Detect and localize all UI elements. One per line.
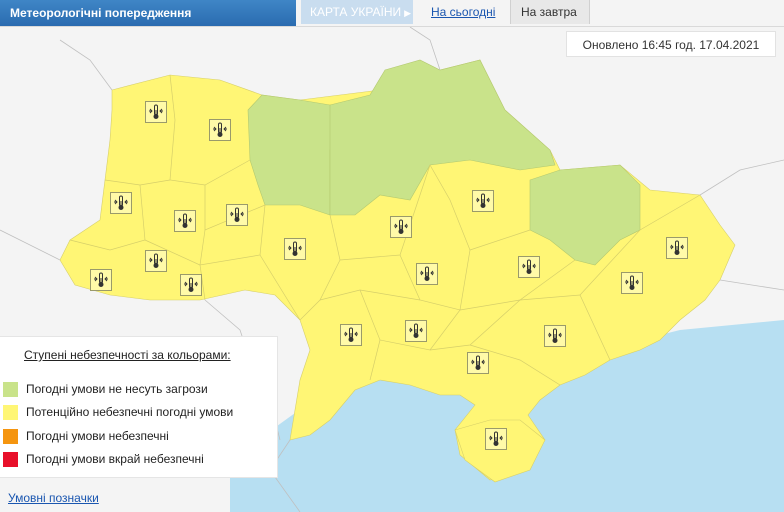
thermometer-frost-icon[interactable] — [284, 238, 306, 260]
thermometer-frost-icon[interactable] — [472, 190, 494, 212]
thermometer-frost-icon[interactable] — [467, 352, 489, 374]
triangle-right-icon: ▶ — [404, 8, 412, 18]
legend-label-dangerous: Погодні умови небезпечні — [26, 429, 169, 443]
thermometer-frost-icon[interactable] — [416, 263, 438, 285]
page-title: Метеорологічні попередження — [0, 0, 296, 26]
thermometer-frost-icon[interactable] — [90, 269, 112, 291]
legend-swatch-orange — [3, 429, 18, 444]
thermometer-frost-icon[interactable] — [174, 210, 196, 232]
legend-label-no-threat: Погодні умови не несуть загрози — [26, 382, 208, 396]
tab-today[interactable]: На сьогодні — [423, 0, 503, 24]
tab-tomorrow[interactable]: На завтра — [510, 0, 590, 24]
thermometer-frost-icon[interactable] — [110, 192, 132, 214]
legend-label-potentially-dangerous: Потенційно небезпечні погодні умови — [26, 405, 234, 419]
tab-map-label: КАРТА УКРАЇНИ — [310, 5, 402, 19]
thermometer-frost-icon[interactable] — [226, 204, 248, 226]
legend-swatch-yellow — [3, 405, 18, 420]
legend-label-extremely-dangerous: Погодні умови вкрай небезпечні — [26, 452, 204, 466]
top-bar: Метеорологічні попередження КАРТА УКРАЇН… — [0, 0, 784, 27]
legend-swatch-green — [3, 382, 18, 397]
thermometer-frost-icon[interactable] — [485, 428, 507, 450]
thermometer-frost-icon[interactable] — [209, 119, 231, 141]
thermometer-frost-icon[interactable] — [145, 101, 167, 123]
thermometer-frost-icon[interactable] — [180, 274, 202, 296]
thermometer-frost-icon[interactable] — [405, 320, 427, 342]
legend-title: Ступені небезпечності за кольорами: — [24, 348, 231, 362]
tab-map-ukraine[interactable]: КАРТА УКРАЇНИ ▶ — [301, 0, 413, 24]
updated-timestamp: Оновлено 16:45 год. 17.04.2021 — [566, 31, 776, 57]
legend-swatch-red — [3, 452, 18, 467]
thermometer-frost-icon[interactable] — [340, 324, 362, 346]
symbols-link[interactable]: Умовні позначки — [8, 491, 99, 505]
legend-panel: Ступені небезпечності за кольорами: Пого… — [0, 336, 278, 478]
thermometer-frost-icon[interactable] — [518, 256, 540, 278]
thermometer-frost-icon[interactable] — [621, 272, 643, 294]
thermometer-frost-icon[interactable] — [145, 250, 167, 272]
thermometer-frost-icon[interactable] — [666, 237, 688, 259]
thermometer-frost-icon[interactable] — [390, 216, 412, 238]
thermometer-frost-icon[interactable] — [544, 325, 566, 347]
